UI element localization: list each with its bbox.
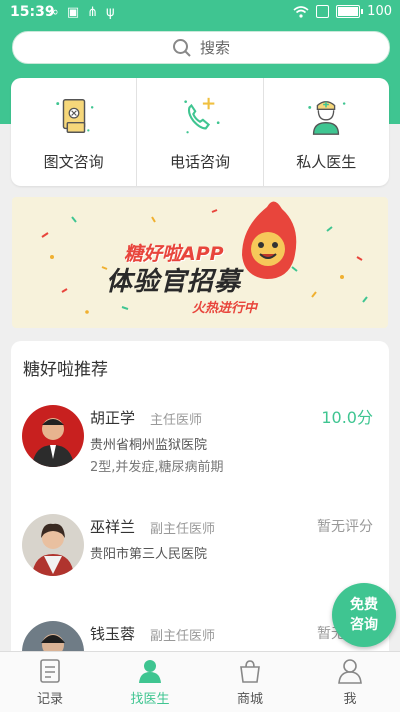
bottom-tab-bar: 记录 找医生 商城 我 [0,651,400,712]
category-private-doctor[interactable]: 私人医生 [262,78,389,186]
share-icon: ⋔ [87,5,99,20]
tab-label: 找医生 [130,692,170,707]
window-icon [316,5,330,18]
category-text-consult[interactable]: 图文咨询 [11,78,136,186]
doctor-icon [308,100,346,135]
battery-level: 100 [367,4,392,19]
tab-shop[interactable]: 商城 [200,652,300,712]
banner-line3: 火热进行中 [192,301,258,316]
avatar [22,405,84,467]
doctor-tags: 2型,并发症,糖尿病前期 [90,460,224,475]
category-label: 私人医生 [296,153,357,171]
category-phone-consult[interactable]: 电话咨询 [136,78,262,186]
tab-me[interactable]: 我 [300,652,400,712]
tab-record[interactable]: 记录 [0,652,100,712]
doctor-hospital: 贵州省桐州监狱医院 [90,438,208,453]
banner-line2: 体验官招募 [106,267,242,297]
tab-label: 我 [343,692,357,707]
doctor-card[interactable]: 胡正学 主任医师 10.0分 贵州省桐州监狱医院 2型,并发症,糖尿病前期 [11,399,389,499]
doctor-score: 10.0分 [321,408,373,427]
phone-icon [184,97,220,134]
document-icon [55,99,94,133]
doctor-title: 副主任医师 [150,522,216,537]
wifi-icon [293,5,309,18]
shop-bag-icon [240,660,260,683]
doctor-score: 暂无评分 [317,519,373,535]
promo-banner[interactable]: 糖好啦APP 体验官招募 火热进行中 [12,197,388,328]
search-bar[interactable]: 搜索 [12,31,390,64]
fab-line1: 免费 [350,597,378,613]
image-icon: ▣ [66,5,80,20]
doctor-card[interactable]: 巫祥兰 副主任医师 暂无评分 贵阳市第三人民医院 [11,508,389,608]
tab-label: 记录 [36,692,63,707]
status-bar: 15:39 ∞ ▣ ⋔ ψ 100 [0,0,400,26]
tab-label: 商城 [236,692,263,707]
avatar [22,514,84,576]
link-icon: ∞ [48,5,59,20]
doctor-name: 钱玉蓉 [90,625,136,643]
user-icon [338,659,362,684]
doctor-hospital: 贵阳市第三人民医院 [90,547,208,562]
battery-icon [336,5,364,18]
usb-icon: ψ [106,5,115,20]
doctor-title: 主任医师 [150,413,203,428]
doctor-title: 副主任医师 [150,629,216,644]
fab-line2: 咨询 [350,617,378,633]
free-consult-button[interactable]: 免费 咨询 [332,583,396,647]
record-icon [40,659,60,683]
consult-categories: 图文咨询 电话咨询 私人医生 [11,78,389,186]
search-placeholder: 搜索 [199,39,230,57]
category-label: 图文咨询 [43,153,104,171]
search-icon [172,38,191,57]
section-title: 糖好啦推荐 [23,360,108,380]
category-label: 电话咨询 [169,153,230,171]
tab-find-doctor[interactable]: 找医生 [100,652,200,712]
doctor-name: 胡正学 [90,409,136,427]
find-doctor-icon [139,660,161,683]
doctor-name: 巫祥兰 [90,518,136,536]
